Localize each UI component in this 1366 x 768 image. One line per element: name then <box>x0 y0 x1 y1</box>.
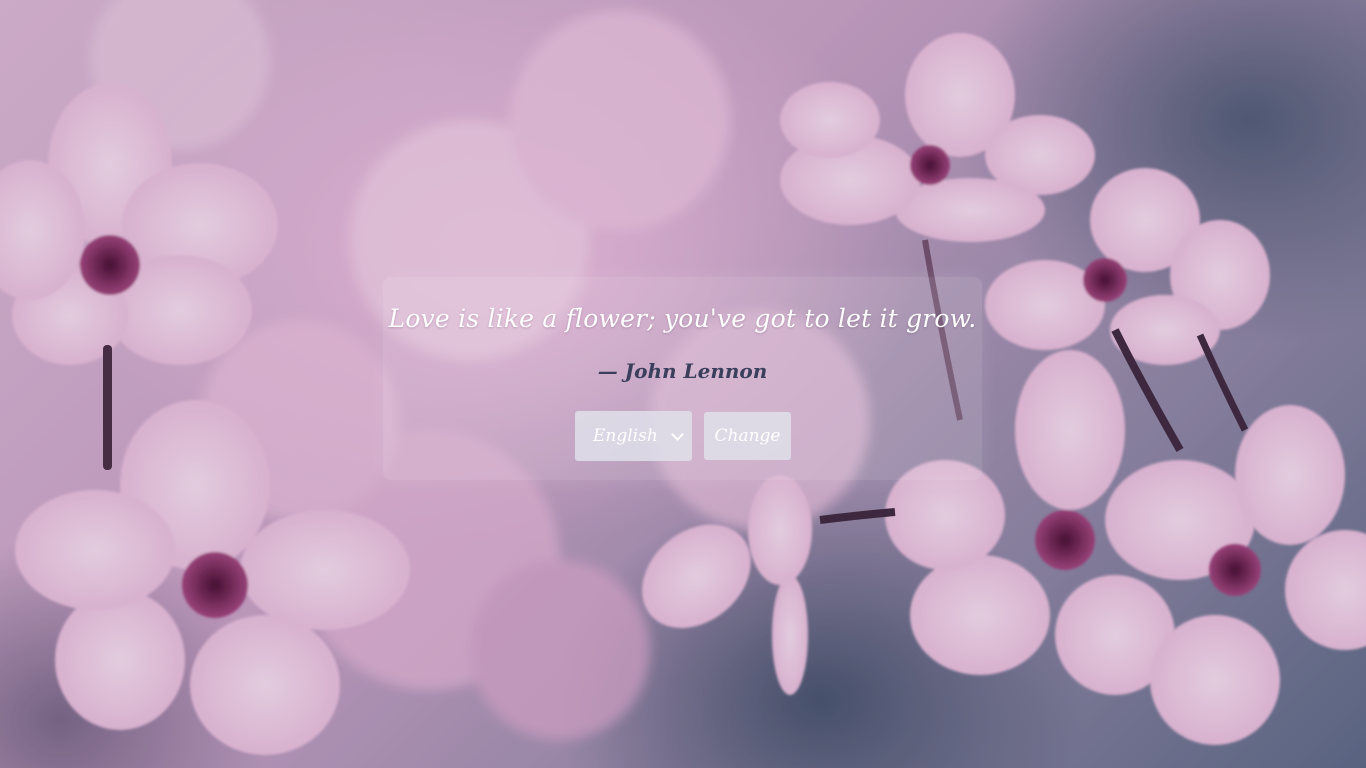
language-select-value: English <box>593 426 658 446</box>
language-select[interactable]: English <box>575 411 692 461</box>
quote-text: Love is like a flower; you've got to let… <box>388 304 977 333</box>
quote-card: Love is like a flower; you've got to let… <box>383 277 982 480</box>
language-controls: English Change <box>575 411 791 461</box>
quote-author: — John Lennon <box>597 359 768 383</box>
change-button[interactable]: Change <box>704 412 791 460</box>
chevron-down-icon <box>671 427 684 441</box>
